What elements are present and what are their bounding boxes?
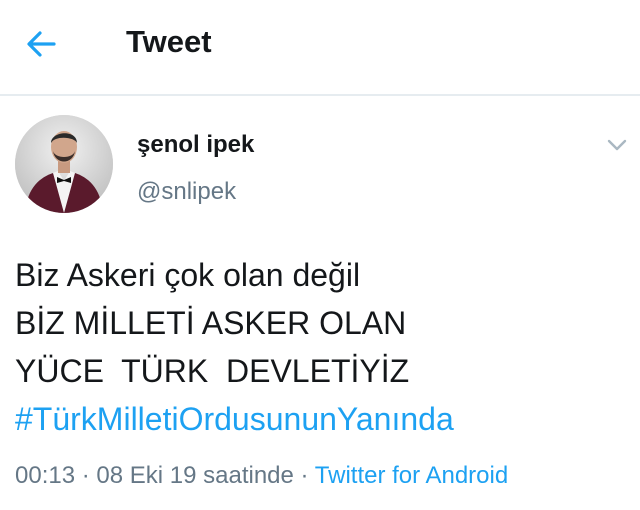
chevron-down-icon <box>607 139 627 151</box>
avatar-image <box>15 115 113 213</box>
tweet-date: 08 Eki 19 saatinde <box>96 462 294 489</box>
page-title: Tweet <box>126 24 212 59</box>
meta-separator: · <box>293 462 315 489</box>
tweet-text: Biz Askeri çok olan değil BİZ MİLLETİ AS… <box>15 251 625 443</box>
tweet-line: Biz Askeri çok olan değil <box>15 257 361 293</box>
tweet-line: YÜCE TÜRK DEVLETİYİZ <box>15 353 410 389</box>
author-handle[interactable]: @snlipek <box>137 178 236 206</box>
author-name[interactable]: şenol ipek <box>137 131 254 159</box>
top-bar: Tweet <box>0 0 640 96</box>
arrow-left-icon <box>27 31 56 57</box>
tweet-time: 00:13 <box>15 462 76 489</box>
hashtag-link[interactable]: #TürkMilletiOrdusununYanında <box>15 395 625 443</box>
tweet-line: BİZ MİLLETİ ASKER OLAN <box>15 305 407 341</box>
tweet-meta: 00:13 · 08 Eki 19 saatinde · Twitter for… <box>15 462 508 490</box>
avatar[interactable] <box>15 115 113 213</box>
meta-separator: · <box>75 462 97 489</box>
tweet-source-link[interactable]: Twitter for Android <box>315 462 508 489</box>
tweet-menu-button[interactable] <box>606 138 628 152</box>
back-button[interactable] <box>24 26 64 62</box>
